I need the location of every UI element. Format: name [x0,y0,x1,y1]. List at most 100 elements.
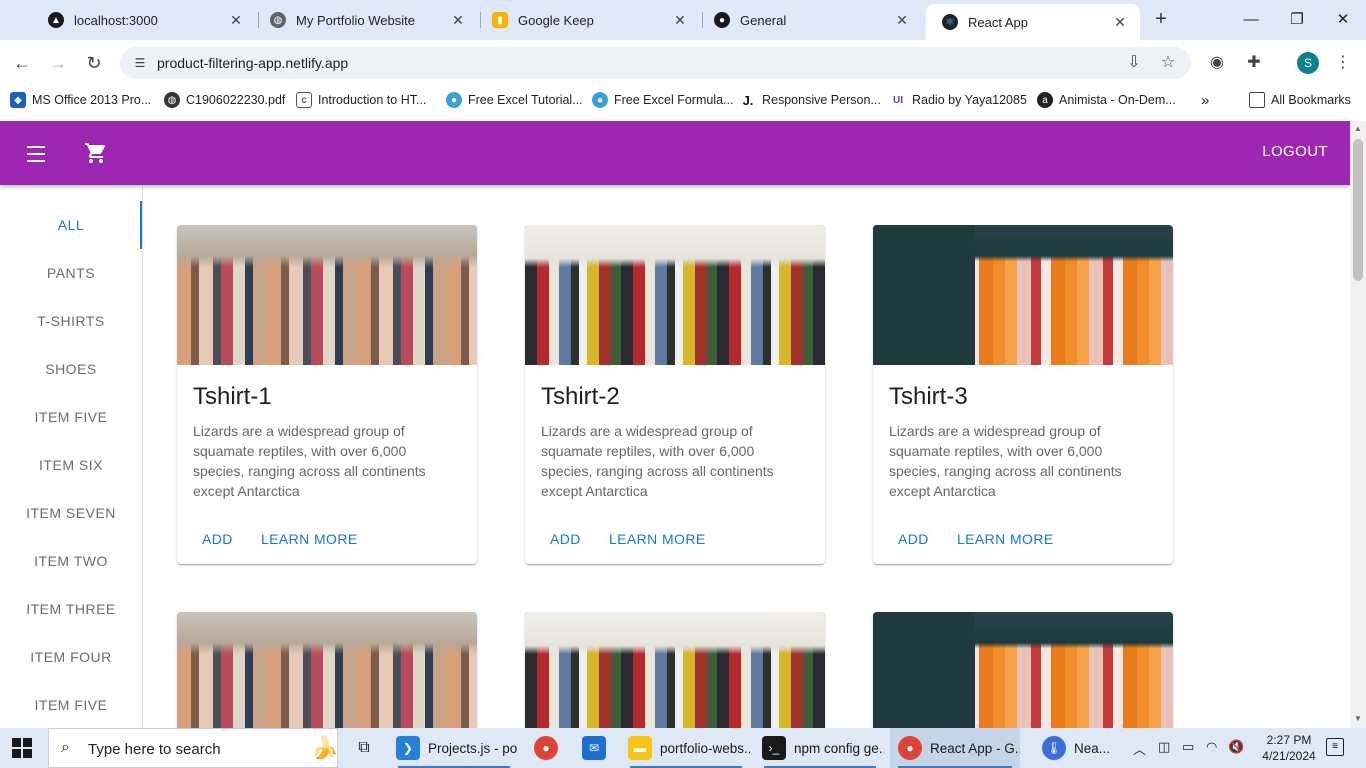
scrollbar-thumb[interactable] [1353,139,1363,281]
more-bookmarks-chevron-icon[interactable]: » [1201,90,1209,110]
add-button[interactable]: ADD [550,531,581,547]
category-tab-item-two[interactable]: ITEM TWO [0,537,142,585]
learn-more-button[interactable]: LEARN MORE [957,531,1054,547]
notification-center-icon[interactable]: ≡ [1326,738,1344,756]
add-button[interactable]: ADD [898,531,929,547]
taskbar-app-label: Nea... [1074,740,1111,756]
logout-button[interactable]: LOGOUT [1262,143,1328,160]
task-view-icon[interactable]: ⧉ [346,728,382,768]
bookmark-label: C1906022230.pdf [186,93,286,107]
restore-button[interactable]: ❐ [1274,0,1320,40]
category-tab-item-seven[interactable]: ITEM SEVEN [0,489,142,537]
taskbar-app-terminal[interactable]: ›_ npm config ge... [756,728,884,768]
reload-button[interactable]: ↻ [82,51,106,75]
profile-avatar[interactable]: S [1297,52,1319,74]
shopping-cart-icon[interactable] [84,141,108,165]
keep-icon: ▮ [492,12,508,28]
bookmark-item[interactable]: c Introduction to HT... [296,90,426,110]
category-tab-item-five-2[interactable]: ITEM FIVE [0,681,142,728]
browser-menu-icon[interactable]: ⋮ [1332,52,1354,74]
tab-google-keep[interactable]: ▮ Google Keep ✕ [476,0,700,40]
scroll-up-arrow-icon[interactable]: ▲ [1354,124,1362,133]
product-card: Tshirt-1 Lizards are a widespread group … [177,225,477,564]
bookmark-item[interactable]: ● Free Excel Tutorial... [446,90,583,110]
tab-github-general[interactable]: ● General ✕ [698,0,922,40]
bookmark-item[interactable]: ◆ MS Office 2013 Pro... [10,90,151,110]
product-image [873,612,1173,728]
taskbar-app-explorer[interactable]: ▬ portfolio-webs... [622,728,750,768]
product-image [177,225,477,365]
doc-icon: c [296,92,312,108]
tab-react-app[interactable]: ⚛ React App ✕ [926,4,1140,40]
meet-now-icon[interactable]: ◫ [1158,739,1170,755]
tab-localhost[interactable]: ▲ localhost:3000 ✕ [32,0,256,40]
bookmark-item[interactable]: UI Radio by Yaya12085 [890,90,1027,110]
category-sidebar: ALL PANTS T-SHIRTS SHOES ITEM FIVE ITEM … [0,185,143,728]
close-window-button[interactable]: ✕ [1320,0,1366,40]
taskbar-clock[interactable]: 2:27 PM 4/21/2024 [1254,732,1324,764]
bookmark-label: Introduction to HT... [318,93,427,107]
category-tab-item-five[interactable]: ITEM FIVE [0,393,142,441]
browser-tab-strip: ▲ localhost:3000 ✕ ◍ My Portfolio Websit… [0,0,1366,40]
close-icon[interactable]: ✕ [450,12,466,29]
minimize-button[interactable]: — [1228,0,1274,40]
url-text[interactable]: product-filtering-app.netlify.app [157,55,348,71]
learn-more-button[interactable]: LEARN MORE [261,531,358,547]
category-tab-all[interactable]: ALL [0,201,142,249]
learn-more-button[interactable]: LEARN MORE [609,531,706,547]
taskbar-search-box[interactable]: ⌕ Type here to search 🍌 [48,728,338,768]
bookmark-item[interactable]: ◍ C1906022230.pdf [164,90,285,110]
tray-overflow-chevron-icon[interactable]: ︿ [1133,739,1146,758]
page-viewport: LOGOUT ALL PANTS T-SHIRTS SHOES ITEM FIV… [0,121,1350,728]
category-tab-pants[interactable]: PANTS [0,249,142,297]
back-button[interactable]: ← [10,51,34,75]
new-tab-button[interactable]: + [1150,8,1172,30]
all-bookmarks-button[interactable]: All Bookmarks [1249,90,1351,110]
mail-icon: ✉ [582,736,606,760]
search-highlight-icon: 🍌 [311,735,339,760]
browser-toolbar: ← → ↻ ☰ product-filtering-app.netlify.ap… [0,40,1366,86]
scroll-down-arrow-icon[interactable]: ▼ [1354,714,1362,723]
category-tab-t-shirts[interactable]: T-SHIRTS [0,297,142,345]
category-tab-shoes[interactable]: SHOES [0,345,142,393]
close-icon[interactable]: ✕ [228,12,244,29]
volume-muted-icon[interactable]: 🔇 [1228,739,1244,755]
tab-title: My Portfolio Website [296,12,415,28]
battery-icon[interactable]: ▭ [1182,739,1194,755]
taskbar-app-mail[interactable]: ✉ [574,728,614,768]
bookmark-item[interactable]: a Animista - On-Dem... [1037,90,1176,110]
animista-icon: a [1037,92,1053,108]
windows-start-icon[interactable] [12,738,32,758]
category-tab-item-six[interactable]: ITEM SIX [0,441,142,489]
forward-button[interactable]: → [46,51,70,75]
product-card: Tshirt-3 Lizards are a widespread group … [873,225,1173,564]
product-card [525,612,825,728]
bookmark-item[interactable]: ● Free Excel Formula... [592,90,733,110]
hamburger-menu-icon[interactable] [24,141,48,165]
bookmark-label: Free Excel Tutorial... [468,93,583,107]
site-settings-icon[interactable]: ☰ [132,55,148,71]
address-bar[interactable]: ☰ product-filtering-app.netlify.app ⇩ ☆ [120,47,1191,79]
category-tab-item-four[interactable]: ITEM FOUR [0,633,142,681]
taskbar-weather[interactable]: 🌡 Nea... [1036,728,1122,768]
taskbar-app-chrome[interactable]: ● [526,728,566,768]
close-icon[interactable]: ✕ [1112,14,1128,31]
extensions-puzzle-icon[interactable]: ✚ [1243,52,1265,74]
taskbar-app-react-chrome[interactable]: ● React App - G... [890,728,1020,768]
install-app-icon[interactable]: ⇩ [1124,53,1144,73]
localhost-icon: ▲ [48,12,64,28]
category-tab-item-three[interactable]: ITEM THREE [0,585,142,633]
close-icon[interactable]: ✕ [894,12,910,29]
add-button[interactable]: ADD [202,531,233,547]
clock-time: 2:27 PM [1266,733,1312,747]
page-scrollbar[interactable]: ▲ ▼ [1350,121,1366,728]
bookmark-star-icon[interactable]: ☆ [1158,53,1178,73]
close-icon[interactable]: ✕ [672,12,688,29]
tab-portfolio[interactable]: ◍ My Portfolio Website ✕ [254,0,478,40]
bookmarks-bar: ◆ MS Office 2013 Pro... ◍ C1906022230.pd… [0,86,1366,114]
product-description: Lizards are a widespread group of squama… [889,423,1122,499]
wifi-icon[interactable]: ◠ [1206,739,1217,755]
extension-icon[interactable]: ◉ [1206,52,1228,74]
bookmark-item[interactable]: J. Responsive Person... [740,90,881,110]
taskbar-app-vscode[interactable]: ❯ Projects.js - po... [390,728,518,768]
